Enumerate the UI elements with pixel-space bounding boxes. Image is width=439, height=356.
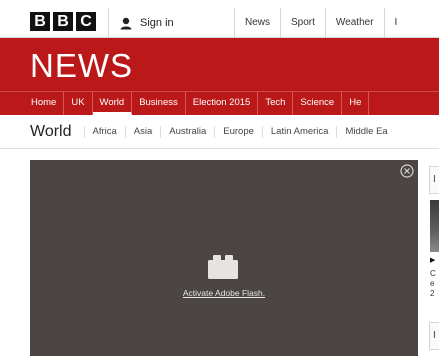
sidebar-tab-2[interactable]: I <box>429 322 439 350</box>
nav-health[interactable]: He <box>342 92 370 115</box>
subnav-europe[interactable]: Europe <box>214 125 262 138</box>
nav-tech[interactable]: Tech <box>258 92 294 115</box>
subnav-latin-america[interactable]: Latin America <box>261 125 337 138</box>
sidebar-tab2-letter: I <box>433 330 436 341</box>
video-player[interactable]: Activate Adobe Flash. <box>30 160 418 356</box>
sidebar-caption-line: e <box>430 279 435 288</box>
sign-in-link[interactable]: Sign in <box>108 8 234 38</box>
top-bar: B B C Sign in News Sport Weather I <box>0 0 439 38</box>
close-icon[interactable] <box>400 164 414 178</box>
logo-letter-b1: B <box>30 12 50 31</box>
nav-uk[interactable]: UK <box>64 92 93 115</box>
logo-letter-b2: B <box>53 12 73 31</box>
activate-flash-link[interactable]: Activate Adobe Flash. <box>30 288 418 298</box>
section-nav: Home UK World Business Election 2015 Tec… <box>0 91 439 115</box>
nav-business[interactable]: Business <box>132 92 186 115</box>
world-subnav: World Africa Asia Australia Europe Latin… <box>0 115 439 149</box>
sidebar-caption[interactable]: C e 2 <box>430 269 439 299</box>
topnav-news[interactable]: News <box>234 8 280 38</box>
nav-election-2015[interactable]: Election 2015 <box>186 92 259 115</box>
sidebar-caption-line: 2 <box>430 289 435 298</box>
section-title: World <box>30 122 72 140</box>
subnav-middle-east[interactable]: Middle Ea <box>336 125 395 138</box>
play-icon: ▶ <box>430 257 436 264</box>
news-title[interactable]: NEWS <box>30 47 133 85</box>
subnav-asia[interactable]: Asia <box>124 125 160 138</box>
topnav-sport[interactable]: Sport <box>280 8 325 38</box>
plugin-icon[interactable] <box>206 252 240 280</box>
news-masthead: NEWS <box>0 38 439 91</box>
user-icon <box>120 17 132 30</box>
video-thumbnail[interactable] <box>430 200 439 252</box>
topnav-cutoff[interactable]: I <box>383 8 408 38</box>
sign-in-label: Sign in <box>140 17 174 29</box>
nav-science[interactable]: Science <box>293 92 343 115</box>
nav-home[interactable]: Home <box>24 92 65 115</box>
subnav-africa[interactable]: Africa <box>83 125 125 138</box>
nav-world[interactable]: World <box>92 92 133 115</box>
top-nav: News Sport Weather I <box>234 8 407 38</box>
sidebar-tab-letter: I <box>433 174 436 185</box>
subnav-australia[interactable]: Australia <box>160 125 214 138</box>
right-sidebar: I ▶ C e 2 I <box>423 160 439 356</box>
sidebar-caption-line: C <box>430 269 436 278</box>
topnav-weather[interactable]: Weather <box>324 8 384 38</box>
sidebar-tab[interactable]: I <box>429 166 439 194</box>
logo-letter-c: C <box>76 12 96 31</box>
bbc-logo[interactable]: B B C <box>30 12 96 31</box>
